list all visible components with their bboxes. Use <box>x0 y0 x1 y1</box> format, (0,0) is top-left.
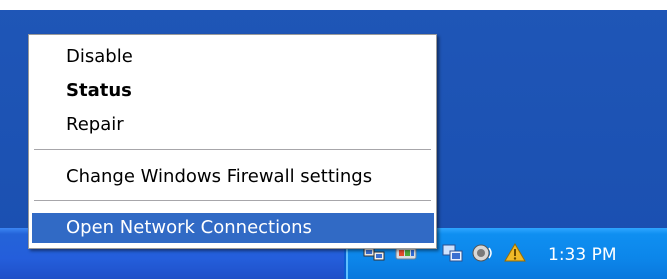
updates-icon[interactable] <box>502 242 528 264</box>
menu-separator <box>34 200 431 202</box>
tray-context-menu: Disable Status Repair Change Windows Fir… <box>28 34 437 249</box>
menu-item-firewall-settings[interactable]: Change Windows Firewall settings <box>32 162 434 192</box>
menu-item-repair[interactable]: Repair <box>32 110 434 140</box>
menu-item-status[interactable]: Status <box>32 76 434 106</box>
taskbar-clock[interactable]: 1:33 PM <box>548 243 648 267</box>
menu-separator <box>34 149 431 151</box>
volume-icon[interactable] <box>470 242 496 264</box>
network-shield-icon[interactable] <box>440 242 466 264</box>
menu-item-disable[interactable]: Disable <box>32 42 434 72</box>
menu-item-open-network-connections[interactable]: Open Network Connections <box>32 213 434 243</box>
